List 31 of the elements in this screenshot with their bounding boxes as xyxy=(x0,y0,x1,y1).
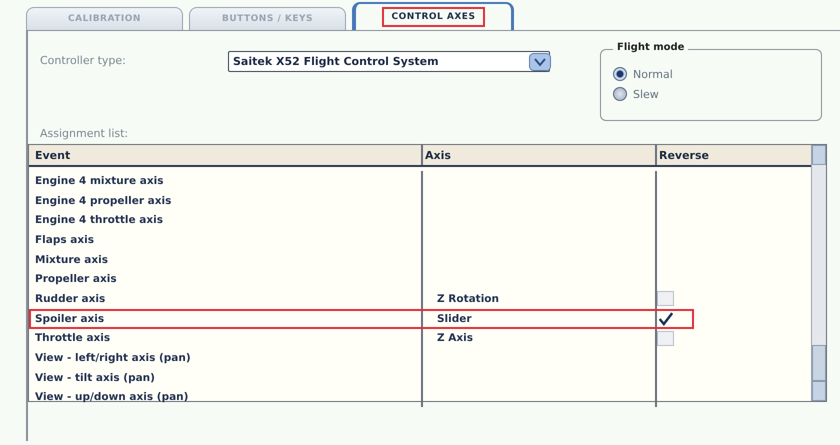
radio-label[interactable]: Normal xyxy=(633,68,673,80)
event-cell-text: Engine 4 throttle axis xyxy=(34,213,164,228)
event-cell-text: View - up/down axis (pan) xyxy=(34,390,190,406)
event-cell-text: Engine 4 mixture axis xyxy=(34,174,164,189)
event-cell-text: Flaps axis xyxy=(34,232,95,248)
reverse-checkbox[interactable] xyxy=(657,330,674,346)
tab[interactable]: CONTROL AXES xyxy=(352,2,514,30)
assignment-list-label: Assignment list: xyxy=(39,127,130,142)
axis-cell: Z Rotation xyxy=(437,292,499,305)
event-cell-text: Spoiler axis xyxy=(34,312,106,327)
flight-mode-title: Flight mode xyxy=(613,42,688,53)
event-cell-text: Rudder axis xyxy=(34,292,106,307)
event-cell-text: Mixture axis xyxy=(34,252,109,268)
scrollbar[interactable] xyxy=(811,145,826,401)
reverse-checkbox[interactable] xyxy=(657,311,674,326)
axis-cell: Slider xyxy=(437,312,472,325)
table-row[interactable]: Spoiler axis Slider xyxy=(29,308,811,328)
event-cell-text: Engine 4 propeller axis xyxy=(34,194,172,209)
controller-type-label: Controller type: xyxy=(40,53,127,67)
radio-label[interactable]: Slew xyxy=(633,88,659,100)
event-cell-text: View - tilt axis (pan) xyxy=(34,370,156,386)
reverse-checkbox[interactable] xyxy=(657,291,674,306)
axis-cell: Z Axis xyxy=(437,332,474,344)
radio-button[interactable] xyxy=(613,87,627,101)
column-header[interactable]: Axis xyxy=(421,145,655,165)
column-header[interactable]: Event xyxy=(29,145,421,165)
event-cell-text: View - left/right axis (pan) xyxy=(34,351,192,366)
event-cell-text: Throttle axis xyxy=(34,331,112,346)
controller-type-dropdown[interactable]: Saitek X52 Flight Control System xyxy=(228,51,550,72)
event-cell-text: Propeller axis xyxy=(34,272,118,288)
radio-button[interactable] xyxy=(613,67,627,81)
